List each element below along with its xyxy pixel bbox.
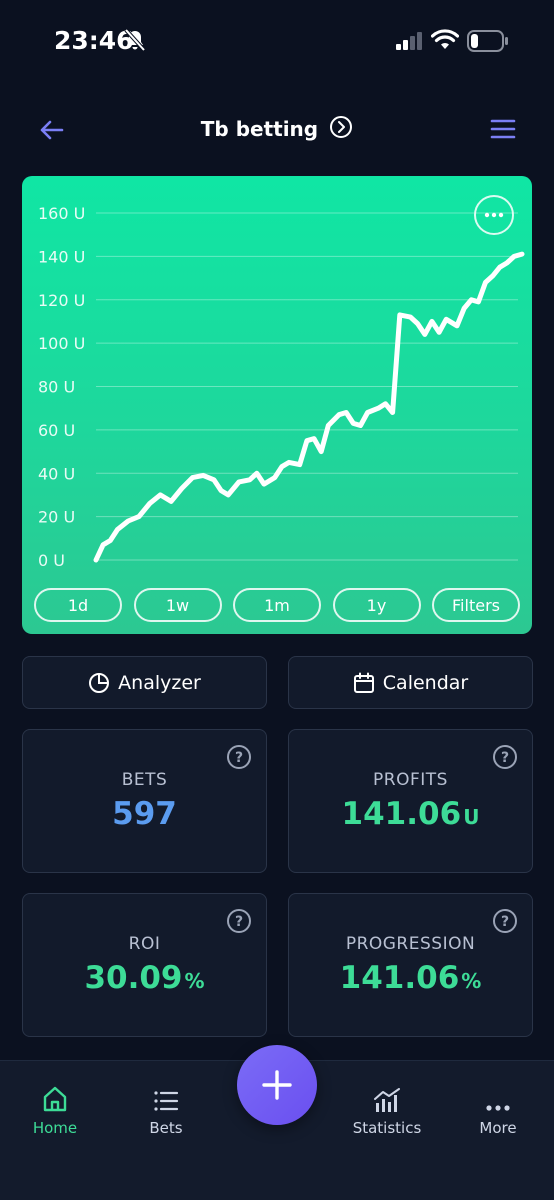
profits-unit: U [463,805,480,829]
profits-value: 141.06 U [341,796,480,832]
profits-stat-card: ? PROFITS 141.06 U [288,729,533,873]
hamburger-menu-icon [490,119,516,139]
nav-more[interactable]: More [443,1083,553,1137]
calendar-button[interactable]: Calendar [288,656,533,709]
bets-value: 597 [112,796,177,832]
range-1y-button[interactable]: 1y [332,588,421,622]
status-bar: 23:46 [0,0,554,80]
roi-unit: % [184,969,205,993]
svg-text:?: ? [501,914,509,930]
bets-stat-card: ? BETS 597 [22,729,267,873]
profits-label: PROFITS [373,770,448,790]
status-time: 23:46 [54,26,134,55]
ellipsis-icon [484,212,504,218]
svg-text:?: ? [235,914,243,930]
y-tick-label: 160 U [38,204,85,223]
nav-statistics[interactable]: Statistics [332,1083,442,1137]
add-bet-button[interactable] [237,1045,317,1125]
chevron-circle-right-icon [329,115,353,143]
app-header: Tb betting [0,105,554,153]
y-tick-label: 60 U [38,421,75,440]
progression-stat-card: ? PROGRESSION 141.06% [288,893,533,1037]
y-tick-label: 120 U [38,291,85,310]
profit-line-chart: 160 U 140 U 120 U 100 U 80 U 60 U 40 U 20 U 0 U [38,204,525,570]
analyzer-button[interactable]: Analyzer [22,656,267,709]
nav-bets-label: Bets [149,1119,183,1137]
battery-icon [467,30,509,56]
y-tick-label: 20 U [38,508,75,527]
y-tick-label: 80 U [38,378,75,397]
range-1m-button[interactable]: 1m [233,588,321,622]
page-title: Tb betting [200,117,319,141]
nav-bets[interactable]: Bets [111,1083,221,1137]
bar-chart-trend-icon [332,1083,442,1113]
menu-button[interactable] [489,117,517,143]
bets-label: BETS [121,770,168,790]
ellipsis-icon [443,1083,553,1113]
analyzer-label: Analyzer [118,671,201,694]
y-tick-label: 100 U [38,334,85,353]
plus-icon [262,1070,292,1100]
nav-more-label: More [479,1119,517,1137]
cellular-signal-icon [396,32,424,54]
home-icon [0,1083,110,1113]
title-group[interactable]: Tb betting [0,115,554,143]
list-icon [111,1083,221,1113]
y-tick-label: 140 U [38,247,85,266]
profit-chart-card: 160 U 140 U 120 U 100 U 80 U 60 U 40 U 20 U0 U … [22,176,532,634]
roi-stat-card: ? ROI 30.09% [22,893,267,1037]
progression-value: 141.06% [339,960,482,996]
roi-label: ROI [128,934,161,954]
svg-text:?: ? [235,750,243,766]
progression-unit: % [461,969,482,993]
range-1w-button[interactable]: 1w [133,588,222,622]
pie-chart-icon [88,672,110,694]
nav-statistics-label: Statistics [352,1119,422,1137]
filters-button[interactable]: Filters [432,588,520,622]
wifi-icon [430,29,460,55]
chart-options-button[interactable] [474,195,514,235]
time-range-selector: 1d 1w 1m 1y Filters [34,588,520,622]
y-tick-label: 40 U [38,464,75,483]
bell-off-icon [124,28,146,56]
svg-text:?: ? [501,750,509,766]
y-tick-label: 0 U [38,551,65,570]
range-1d-button[interactable]: 1d [34,588,122,622]
nav-home[interactable]: Home [0,1083,110,1137]
progression-label: PROGRESSION [345,934,476,954]
roi-value: 30.09% [84,960,205,996]
calendar-label: Calendar [382,671,469,694]
nav-home-label: Home [32,1119,78,1137]
calendar-icon [353,672,375,694]
